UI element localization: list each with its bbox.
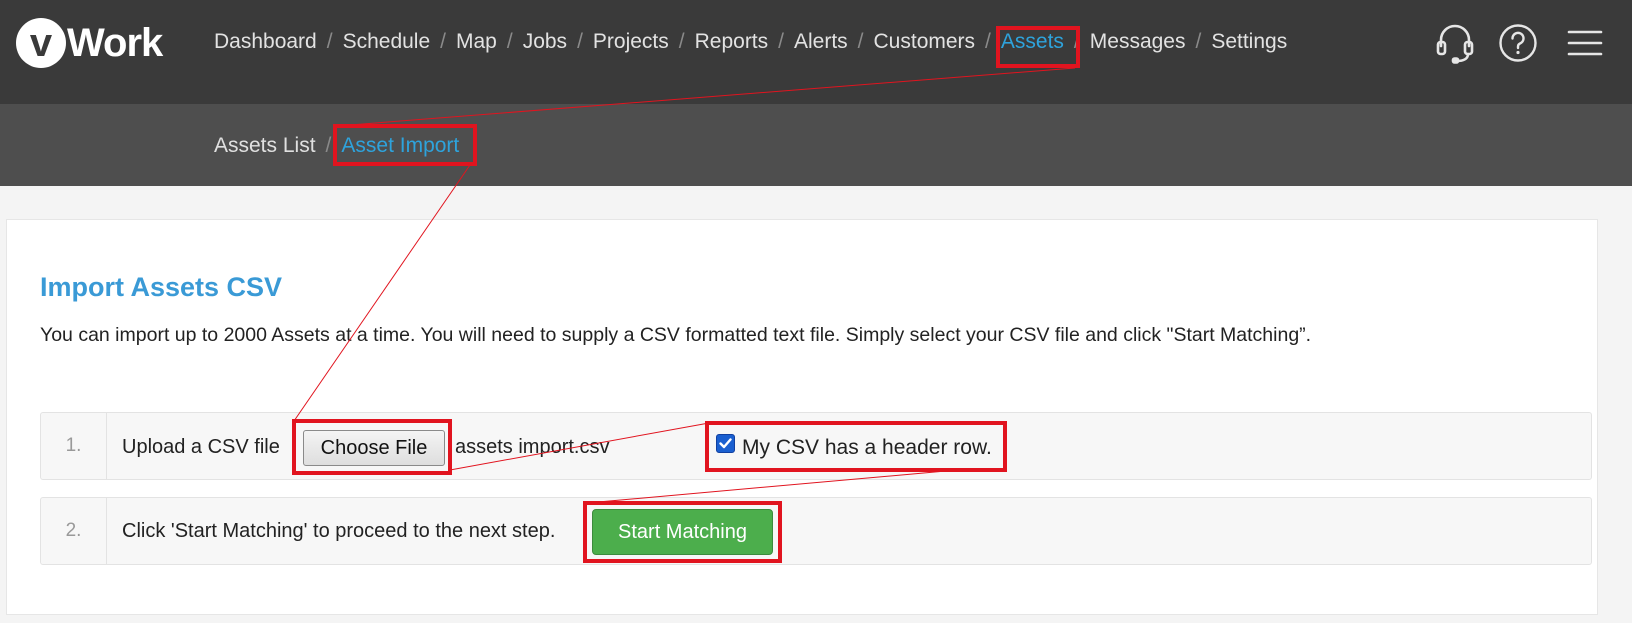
logo-badge: v — [16, 18, 66, 68]
nav-alerts[interactable]: Alerts — [794, 30, 848, 54]
menu-icon[interactable] — [1564, 22, 1606, 64]
subnav-assets-list[interactable]: Assets List — [214, 134, 316, 158]
logo-text: Work — [67, 20, 163, 65]
highlight-header-checkbox — [705, 421, 1007, 472]
help-icon[interactable] — [1497, 22, 1539, 64]
nav-separator: / — [326, 30, 333, 53]
subnav-separator: / — [325, 134, 332, 157]
nav-messages[interactable]: Messages — [1090, 30, 1186, 54]
nav-separator: / — [678, 30, 685, 53]
highlight-assets-nav — [996, 26, 1080, 68]
nav-separator: / — [857, 30, 864, 53]
headset-icon[interactable] — [1434, 22, 1476, 64]
nav-reports[interactable]: Reports — [695, 30, 769, 54]
highlight-choose-file — [292, 419, 452, 475]
highlight-asset-import — [333, 124, 477, 166]
nav-separator: / — [985, 30, 991, 53]
step-start-matching: 2. Click 'Start Matching' to proceed to … — [40, 497, 1592, 565]
nav-jobs[interactable]: Jobs — [523, 30, 567, 54]
step-upload-label: Upload a CSV file — [122, 436, 280, 458]
nav-separator: / — [440, 30, 446, 53]
import-description: You can import up to 2000 Assets at a ti… — [40, 324, 1312, 346]
nav-customers[interactable]: Customers — [874, 30, 976, 54]
selected-file-name: assets import.csv — [455, 436, 610, 458]
nav-separator: / — [577, 30, 583, 53]
step-number: 1. — [41, 413, 107, 479]
nav-projects[interactable]: Projects — [593, 30, 669, 54]
vwork-logo[interactable]: v Work — [16, 18, 163, 68]
nav-separator: / — [1195, 30, 1202, 53]
highlight-start-matching — [583, 501, 782, 563]
nav-map[interactable]: Map — [456, 30, 497, 54]
step-number: 2. — [41, 498, 107, 564]
page-title: Import Assets CSV — [40, 272, 283, 302]
main-nav: Dashboard / Schedule / Map / Jobs / Proj… — [214, 30, 1287, 54]
nav-dashboard[interactable]: Dashboard — [214, 30, 317, 54]
nav-separator: / — [506, 30, 513, 53]
nav-schedule[interactable]: Schedule — [343, 30, 431, 54]
nav-settings[interactable]: Settings — [1211, 30, 1287, 54]
nav-separator: / — [778, 30, 784, 53]
step-start-label: Click 'Start Matching' to proceed to the… — [122, 520, 556, 542]
